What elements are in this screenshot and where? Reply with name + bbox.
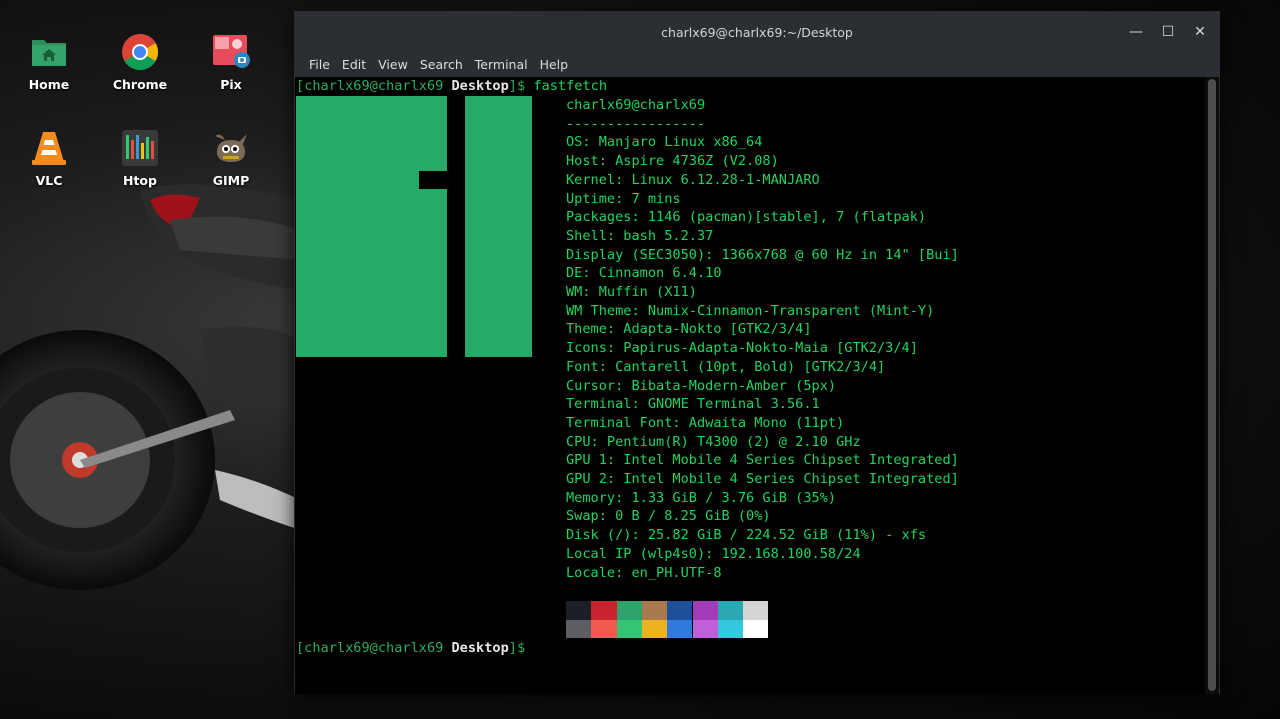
palette-swatch: [667, 619, 693, 638]
info-line: Locale: en_PH.UTF-8: [566, 564, 722, 581]
menu-bar: File Edit View Search Terminal Help: [295, 52, 1219, 77]
menu-view[interactable]: View: [372, 57, 414, 72]
desktop-icon-label: Home: [28, 77, 70, 92]
palette-swatch: [692, 619, 718, 638]
palette-swatch: [743, 601, 769, 620]
info-line: Theme: Adapta-Nokto [GTK2/3/4]: [566, 321, 812, 338]
htop-icon: [122, 130, 158, 166]
desktop-icon-pix[interactable]: Pix: [191, 32, 271, 92]
prompt-end: ]$: [508, 78, 526, 94]
logo-block-middle: [381, 189, 447, 357]
desktop-icon-htop[interactable]: Htop: [100, 128, 180, 188]
menu-search[interactable]: Search: [414, 57, 469, 72]
home-folder-icon: [32, 40, 66, 66]
info-line: Host: Aspire 4736Z (V2.08): [566, 153, 779, 170]
info-line: Cursor: Bibata-Modern-Amber (5px): [566, 377, 837, 394]
info-line: Icons: Papirus-Adapta-Nokto-Maia [GTK2/3…: [566, 340, 918, 357]
title-bar[interactable]: charlx69@charlx69:~/Desktop — ☐ ✕: [295, 12, 1219, 52]
vlc-icon: [32, 132, 66, 165]
info-line: WM: Muffin (X11): [566, 284, 697, 300]
gimp-icon: [215, 134, 247, 162]
scrollbar-thumb[interactable]: [1208, 79, 1216, 691]
wallpaper-motorcycle: [0, 184, 300, 590]
desktop-icon-label: Pix: [220, 77, 242, 92]
prompt-line-command: [charlx69@charlx69 Desktop]$ fastfetch: [296, 77, 607, 96]
info-line: Uptime: 7 mins: [566, 190, 681, 207]
palette-swatch: [641, 601, 668, 620]
info-line: Swap: 0 B / 8.25 GiB (0%): [566, 508, 771, 525]
terminal-output[interactable]: [charlx69@charlx69 Desktop]$ fastfetch c…: [295, 77, 1207, 694]
info-line: Kernel: Linux 6.12.28-1-MANJARO: [566, 171, 820, 188]
desktop-icon-label: GIMP: [212, 173, 250, 188]
logo-block-right: [465, 96, 532, 357]
logo-block-top: [419, 96, 447, 171]
palette-swatch: [591, 601, 617, 620]
palette-swatch: [566, 619, 592, 638]
palette-swatch: [616, 619, 642, 638]
palette-swatch: [641, 619, 668, 638]
prompt-line-idle: [charlx69@charlx69 Desktop]$: [296, 639, 525, 658]
menu-help[interactable]: Help: [534, 57, 575, 72]
info-line: Font: Cantarell (10pt, Bold) [GTK2/3/4]: [566, 358, 886, 375]
window-title: charlx69@charlx69:~/Desktop: [661, 24, 853, 40]
desktop-icon-vlc[interactable]: VLC: [9, 128, 89, 188]
desktop-icon-chrome[interactable]: Chrome: [100, 32, 180, 92]
menu-edit[interactable]: Edit: [336, 57, 372, 72]
desktop-icon-home[interactable]: Home: [9, 32, 89, 92]
terminal-scrollbar[interactable]: [1205, 77, 1219, 694]
close-button[interactable]: ✕: [1191, 24, 1209, 40]
palette-swatch: [591, 619, 617, 638]
prompt-end: ]$: [508, 640, 526, 656]
command-text: fastfetch: [525, 78, 608, 94]
info-line: Local IP (wlp4s0): 192.168.100.58/24: [566, 545, 861, 562]
info-line: DE: Cinnamon 6.4.10: [566, 265, 722, 282]
desktop-icon-label: VLC: [35, 173, 63, 188]
info-line: Memory: 1.33 GiB / 3.76 GiB (35%): [566, 489, 837, 506]
palette-swatch: [566, 601, 592, 620]
pix-icon: [213, 35, 250, 68]
info-line: Terminal: GNOME Terminal 3.56.1: [566, 396, 820, 413]
menu-file[interactable]: File: [303, 57, 336, 72]
info-line: Terminal Font: Adwaita Mono (11pt): [566, 414, 845, 431]
info-line: OS: Manjaro Linux x86_64: [566, 134, 763, 151]
prompt-dir: Desktop: [451, 78, 509, 94]
desktop-icon-label: Chrome: [112, 77, 168, 92]
minimize-button[interactable]: —: [1127, 24, 1145, 40]
palette-swatch: [616, 601, 642, 620]
info-line: Packages: 1146 (pacman)[stable], 7 (flat…: [566, 209, 927, 226]
desktop-icon-gimp[interactable]: GIMP: [191, 128, 271, 188]
palette-swatch: [717, 601, 744, 620]
info-line: Disk (/): 25.82 GiB / 224.52 GiB (11%) -…: [566, 527, 927, 544]
info-line: Display (SEC3050): 1366x768 @ 60 Hz in 1…: [566, 246, 959, 263]
info-line: WM Theme: Numix-Cinnamon-Transparent (Mi…: [566, 302, 935, 319]
terminal-window[interactable]: charlx69@charlx69:~/Desktop — ☐ ✕ File E…: [294, 11, 1220, 694]
chrome-icon: [122, 33, 159, 71]
prompt-dir: Desktop: [451, 640, 509, 656]
palette-swatch: [717, 619, 744, 638]
info-separator: -----------------: [566, 115, 706, 132]
desktop-icon-label: Htop: [123, 173, 157, 188]
palette-swatch: [692, 601, 718, 620]
palette-swatch: [743, 619, 769, 638]
prompt-user: [charlx69@charlx69: [296, 78, 452, 94]
palette-swatch: [667, 601, 693, 620]
window-controls: — ☐ ✕: [1127, 12, 1209, 52]
menu-terminal[interactable]: Terminal: [469, 57, 534, 72]
info-line: GPU 2: Intel Mobile 4 Series Chipset Int…: [566, 471, 959, 487]
info-header: charlx69@charlx69: [566, 97, 706, 113]
prompt-user: [charlx69@charlx69: [296, 640, 452, 656]
info-line: GPU 1: Intel Mobile 4 Series Chipset Int…: [566, 452, 959, 469]
info-line: CPU: Pentium(R) T4300 (2) @ 2.10 GHz: [566, 433, 861, 450]
maximize-button[interactable]: ☐: [1159, 24, 1177, 40]
info-line: Shell: bash 5.2.37: [566, 227, 714, 244]
